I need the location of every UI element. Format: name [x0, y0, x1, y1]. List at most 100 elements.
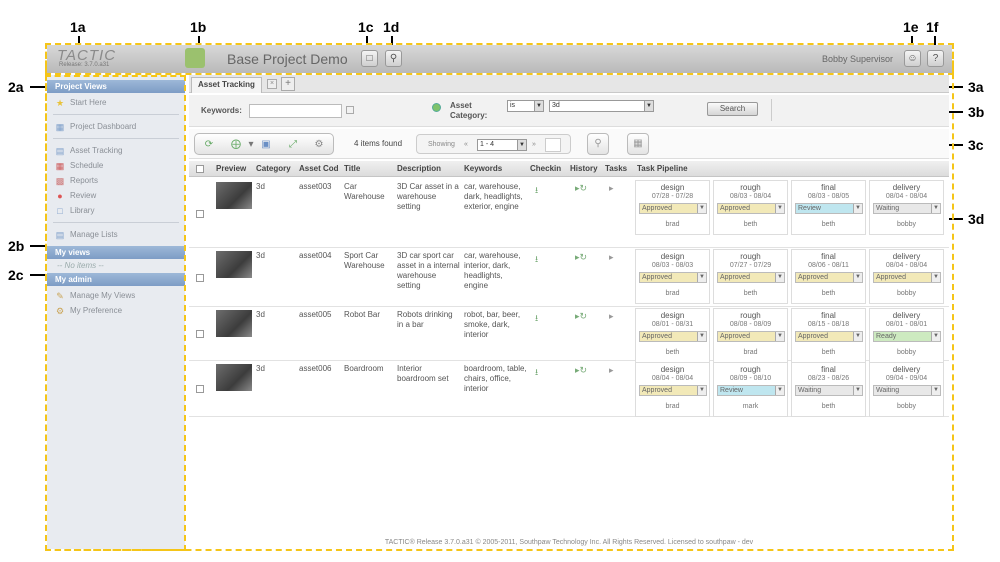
sidebar-item-project-dashboard[interactable]: ▦ Project Dashboard: [47, 119, 185, 134]
search-icon[interactable]: ⚲: [587, 133, 609, 155]
expand-icon[interactable]: ⤢: [287, 139, 299, 151]
task-assignee: beth: [821, 349, 836, 356]
tasks-expand-icon[interactable]: ▸: [609, 365, 614, 376]
tasks-expand-icon[interactable]: ▸: [609, 183, 614, 194]
sidebar-item-my-preference[interactable]: ⚙ My Preference: [47, 303, 185, 318]
row-checkbox[interactable]: [196, 273, 204, 282]
task-status-select[interactable]: Waiting ▼: [873, 385, 941, 396]
task-card: delivery 08/04 - 08/04 Waiting ▼ bobby: [869, 180, 944, 235]
task-status-select[interactable]: Approved ▼: [795, 272, 863, 283]
sidebar-item-review[interactable]: ● Review: [47, 188, 185, 203]
task-status-select[interactable]: Approved ▼: [639, 385, 707, 396]
task-assignee: beth: [821, 290, 836, 297]
table-row[interactable]: 3d asset006 Boardroom Interior boardroom se…: [189, 361, 949, 417]
task-assignee: beth: [821, 221, 836, 228]
column-header-preview[interactable]: Preview: [216, 164, 256, 173]
task-status-select[interactable]: Approved ▼: [717, 203, 785, 214]
task-status-select[interactable]: Ready ▼: [873, 331, 941, 342]
add-tab-button[interactable]: +: [281, 77, 295, 91]
task-status-select[interactable]: Waiting ▼: [873, 203, 941, 214]
sidebar-item-asset-tracking[interactable]: ▤ Asset Tracking: [47, 143, 185, 158]
cell-title: Sport Car Warehouse: [344, 251, 385, 270]
tab-asset-tracking[interactable]: Asset Tracking: [191, 77, 262, 93]
task-assignee: beth: [743, 290, 758, 297]
task-status-select[interactable]: Review ▼: [717, 385, 785, 396]
add-icon[interactable]: ⨁: [230, 139, 242, 151]
checkin-icon[interactable]: ⭳: [535, 183, 538, 199]
column-header-pipeline[interactable]: Task Pipeline: [637, 164, 727, 173]
chevron-down-icon: ▼: [931, 332, 940, 341]
page-range-select[interactable]: 1 - 4 ▼: [477, 139, 527, 151]
task-status-select[interactable]: Approved ▼: [873, 272, 941, 283]
cell-description: Robots drinking in a bar: [397, 310, 453, 329]
search-button[interactable]: Search: [707, 102, 758, 116]
chevron-down-icon[interactable]: ▾: [245, 139, 257, 151]
row-checkbox[interactable]: [196, 209, 204, 218]
user-icon[interactable]: ☺: [904, 50, 921, 67]
prev-page-icon[interactable]: «: [464, 141, 468, 148]
tasks-expand-icon[interactable]: ▸: [609, 311, 614, 322]
category-op-select[interactable]: is ▼: [507, 100, 544, 112]
new-window-icon[interactable]: □: [361, 50, 378, 67]
preview-thumbnail[interactable]: [216, 251, 252, 278]
table-row[interactable]: 3d asset003 Car Warehouse 3D Car asset in a…: [189, 179, 949, 248]
task-status-select[interactable]: Approved ▼: [717, 331, 785, 342]
sidebar-item-reports[interactable]: ▩ Reports: [47, 173, 185, 188]
gear-icon[interactable]: ⚙: [313, 139, 325, 151]
checkin-icon[interactable]: ⭳: [535, 252, 538, 268]
task-status-select[interactable]: Waiting ▼: [795, 385, 863, 396]
task-status-select[interactable]: Approved ▼: [795, 331, 863, 342]
column-header-keywords[interactable]: Keywords: [464, 164, 529, 173]
global-search-icon[interactable]: ⚲: [385, 50, 402, 67]
task-status-select[interactable]: Approved ▼: [717, 272, 785, 283]
tab-close-icon[interactable]: ×: [267, 79, 277, 89]
column-header-description[interactable]: Description: [397, 164, 462, 173]
task-status-value: Approved: [642, 205, 672, 212]
page-size-input[interactable]: [545, 138, 561, 152]
column-header-category[interactable]: Category: [256, 164, 298, 173]
checkin-icon[interactable]: ⭳: [535, 365, 538, 381]
history-icon[interactable]: ▸↻: [575, 252, 587, 263]
sidebar-item-start-here[interactable]: ★ Start Here: [47, 95, 185, 110]
preview-thumbnail[interactable]: [216, 364, 252, 391]
column-header-title[interactable]: Title: [344, 164, 394, 173]
my-views-header[interactable]: My views: [47, 246, 185, 259]
preview-thumbnail[interactable]: [216, 182, 252, 209]
cell-description: 3D Car asset in a warehouse setting: [397, 182, 459, 211]
checkin-icon[interactable]: ⭳: [535, 311, 538, 327]
table-row[interactable]: 3d asset005 Robot Bar Robots drinking in a …: [189, 307, 949, 363]
select-all-checkbox[interactable]: [196, 165, 204, 173]
help-icon[interactable]: ?: [927, 50, 944, 67]
save-icon[interactable]: ▣: [260, 139, 272, 151]
sidebar-item-library[interactable]: □ Library: [47, 203, 185, 218]
sidebar-item-manage-lists[interactable]: ▤ Manage Lists: [47, 227, 185, 242]
refresh-icon[interactable]: ⟳: [203, 139, 215, 151]
history-icon[interactable]: ▸↻: [575, 311, 587, 322]
project-icon[interactable]: [185, 48, 205, 68]
sidebar-item-manage-my-views[interactable]: ✎ Manage My Views: [47, 288, 185, 303]
history-icon[interactable]: ▸↻: [575, 183, 587, 194]
sidebar-item-schedule[interactable]: ▦ Schedule: [47, 158, 185, 173]
preview-thumbnail[interactable]: [216, 310, 252, 337]
column-header-tasks[interactable]: Tasks: [605, 164, 635, 173]
row-checkbox[interactable]: [196, 330, 204, 338]
task-status-select[interactable]: Approved ▼: [639, 272, 707, 283]
row-checkbox[interactable]: [196, 385, 204, 393]
column-header-checkin[interactable]: Checkin: [530, 164, 568, 173]
history-icon[interactable]: ▸↻: [575, 365, 587, 376]
tasks-expand-icon[interactable]: ▸: [609, 252, 614, 263]
asset-category-radio[interactable]: [432, 103, 441, 112]
my-admin-header[interactable]: My admin: [47, 273, 185, 286]
column-header-code[interactable]: Asset Cod: [299, 164, 342, 173]
task-status-select[interactable]: Review ▼: [795, 203, 863, 214]
column-header-history[interactable]: History: [570, 164, 603, 173]
project-views-header[interactable]: Project Views: [47, 80, 185, 93]
category-value-select[interactable]: 3d ▼: [549, 100, 654, 112]
task-status-select[interactable]: Approved ▼: [639, 331, 707, 342]
keywords-input[interactable]: [249, 104, 342, 118]
task-status-select[interactable]: Approved ▼: [639, 203, 707, 214]
column-manager-icon[interactable]: ▦: [627, 133, 649, 155]
next-page-icon[interactable]: »: [532, 141, 536, 148]
table-row[interactable]: 3d asset004 Sport Car Warehouse 3D car spor…: [189, 248, 949, 307]
keywords-option-icon[interactable]: [346, 106, 354, 114]
